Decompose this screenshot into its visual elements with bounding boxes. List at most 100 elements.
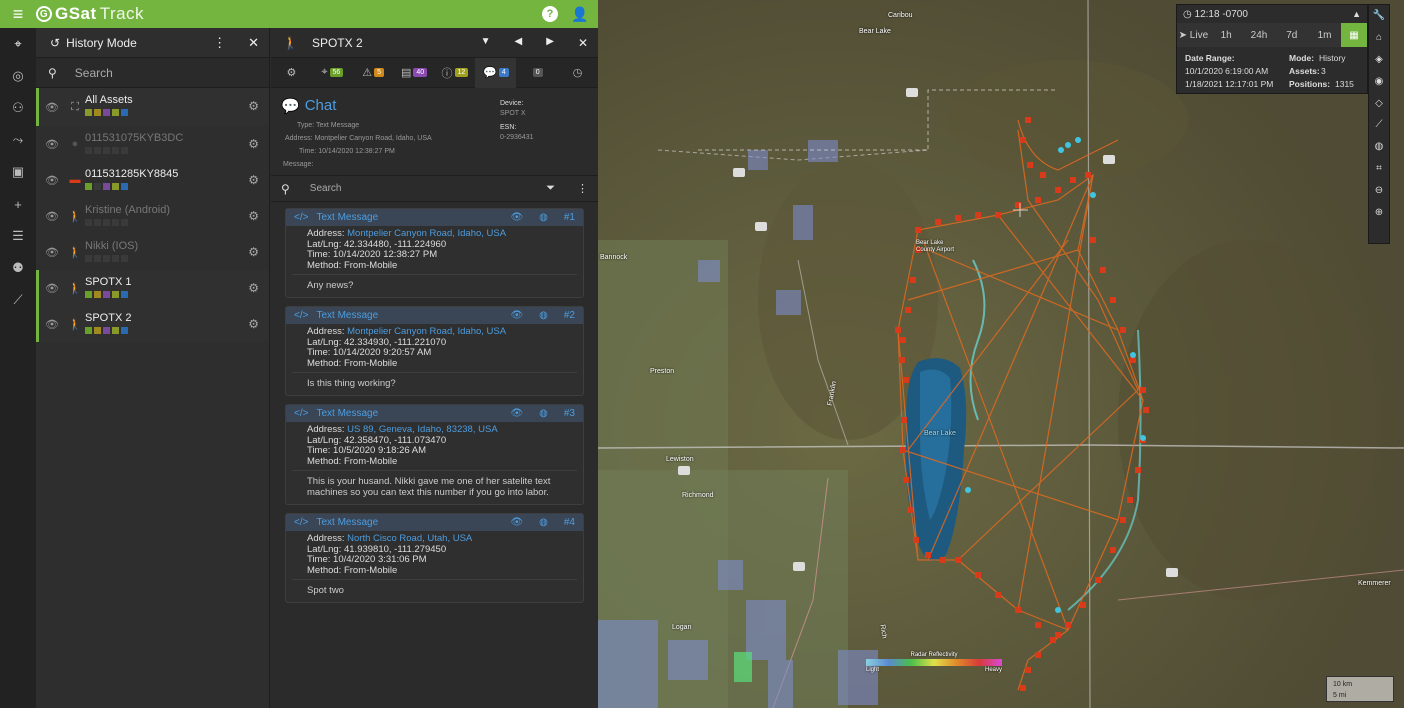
- track-marker[interactable]: [955, 557, 961, 563]
- tab-alert[interactable]: ⚠ 5: [353, 58, 394, 88]
- track-marker[interactable]: [913, 537, 919, 543]
- track-marker[interactable]: [1140, 387, 1146, 393]
- filter-icon[interactable]: ⏷: [546, 182, 555, 195]
- map-canvas[interactable]: [598, 0, 1404, 708]
- asset-row[interactable]: 👁 ● 011531075KYB3DC ⚙: [36, 126, 269, 162]
- asset-search[interactable]: ⚲ Search: [36, 58, 269, 88]
- collapse-icon[interactable]: ▲: [1352, 9, 1361, 19]
- track-marker[interactable]: [900, 447, 906, 453]
- tab-clock[interactable]: ◷: [557, 58, 598, 88]
- visibility-icon[interactable]: 👁: [39, 174, 65, 187]
- zoom-out-icon[interactable]: ⊖: [1369, 179, 1389, 201]
- eye-icon[interactable]: 👁: [510, 408, 523, 419]
- compass-icon[interactable]: ◉: [1369, 70, 1389, 92]
- visibility-icon[interactable]: 👁: [39, 138, 65, 151]
- address-link[interactable]: North Cisco Road, Utah, USA: [347, 533, 472, 544]
- close-icon[interactable]: ✕: [248, 35, 259, 51]
- track-marker[interactable]: [940, 557, 946, 563]
- message-search[interactable]: ⚲ Search ⏷ ⋮: [271, 176, 598, 202]
- track-marker[interactable]: [1135, 467, 1141, 473]
- track-marker[interactable]: [907, 507, 913, 513]
- track-marker[interactable]: [1085, 172, 1091, 178]
- asset-row[interactable]: 👁 ▬ 011531285KY8845 ⚙: [36, 162, 269, 198]
- eye-icon[interactable]: 👁: [510, 310, 523, 321]
- track-marker[interactable]: [1055, 187, 1061, 193]
- address-link[interactable]: Montpelier Canyon Road, Idaho, USA: [347, 326, 506, 337]
- track-marker[interactable]: [1035, 622, 1041, 628]
- track-marker[interactable]: [903, 477, 909, 483]
- track-marker[interactable]: [1035, 652, 1041, 658]
- more-icon[interactable]: ⋮: [577, 182, 588, 195]
- track-marker[interactable]: [975, 212, 981, 218]
- next-icon[interactable]: ▶: [546, 36, 554, 50]
- prev-icon[interactable]: ◀: [515, 36, 523, 50]
- track-marker[interactable]: [1095, 577, 1101, 583]
- track-marker[interactable]: [975, 572, 981, 578]
- wrench-icon[interactable]: 🔧: [1369, 5, 1389, 27]
- tab-location[interactable]: ⌖ 56: [312, 58, 353, 88]
- track-marker[interactable]: [1020, 685, 1026, 691]
- menu-icon[interactable]: ≡: [0, 0, 36, 28]
- help-icon[interactable]: ?: [542, 6, 558, 22]
- settings-icon[interactable]: ⚙: [248, 99, 259, 113]
- settings-icon[interactable]: ⚙: [248, 317, 259, 331]
- track-marker[interactable]: [1080, 602, 1086, 608]
- settings-icon[interactable]: ⚙: [248, 281, 259, 295]
- search-input[interactable]: Search: [310, 183, 342, 194]
- track-marker[interactable]: [1015, 607, 1021, 613]
- range-24h-button[interactable]: 24h: [1243, 23, 1276, 47]
- target-icon[interactable]: ◎: [0, 60, 36, 92]
- tab-info[interactable]: ⓘ 12: [435, 58, 476, 88]
- track-marker[interactable]: [1090, 237, 1096, 243]
- chart-icon[interactable]: ⟋: [0, 284, 36, 316]
- globe-icon[interactable]: ◍: [539, 212, 548, 223]
- track-marker[interactable]: [910, 277, 916, 283]
- range-1h-button[interactable]: 1h: [1210, 23, 1243, 47]
- asset-row[interactable]: 👁 🚶 SPOTX 2 ⚙: [36, 306, 269, 342]
- track-marker[interactable]: [915, 227, 921, 233]
- globe-icon[interactable]: ◍: [539, 310, 548, 321]
- layers-icon[interactable]: ◈: [1369, 49, 1389, 71]
- box-icon[interactable]: ▣: [0, 156, 36, 188]
- visibility-icon[interactable]: 👁: [39, 101, 65, 114]
- track-marker[interactable]: [1127, 497, 1133, 503]
- asset-row[interactable]: 👁 🚶 Nikki (IOS) ⚙: [36, 234, 269, 270]
- search-input[interactable]: Search: [75, 66, 113, 80]
- building-icon[interactable]: ⌂: [1369, 27, 1389, 49]
- track-marker[interactable]: [905, 307, 911, 313]
- settings-icon[interactable]: ⚙: [248, 245, 259, 259]
- visibility-icon[interactable]: 👁: [39, 318, 65, 331]
- route-icon[interactable]: ⤳: [0, 124, 36, 156]
- track-marker[interactable]: [1143, 407, 1149, 413]
- globe-icon[interactable]: ◍: [539, 408, 548, 419]
- track-marker[interactable]: [1035, 197, 1041, 203]
- eye-icon[interactable]: 👁: [510, 212, 523, 223]
- globe-icon[interactable]: ◍: [539, 517, 548, 528]
- track-marker[interactable]: [900, 337, 906, 343]
- list-icon[interactable]: ☰: [0, 220, 36, 252]
- track-marker[interactable]: [1110, 547, 1116, 553]
- track-marker[interactable]: [895, 327, 901, 333]
- track-marker[interactable]: [1100, 267, 1106, 273]
- tab-document[interactable]: ▤ 40: [394, 58, 435, 88]
- user-icon[interactable]: 👤: [571, 6, 588, 22]
- address-link[interactable]: US 89, Geneva, Idaho, 83238, USA: [347, 424, 498, 435]
- track-marker[interactable]: [1025, 667, 1031, 673]
- track-marker[interactable]: [925, 552, 931, 558]
- track-marker[interactable]: [899, 357, 905, 363]
- asset-row[interactable]: 👁 🚶 SPOTX 1 ⚙: [36, 270, 269, 306]
- track-marker[interactable]: [955, 215, 961, 221]
- settings-icon[interactable]: ⚙: [248, 173, 259, 187]
- track-marker[interactable]: [1027, 162, 1033, 168]
- track-marker[interactable]: [1020, 137, 1026, 143]
- users-icon[interactable]: ⚉: [0, 252, 36, 284]
- settings-icon[interactable]: ⚙: [248, 209, 259, 223]
- track-marker[interactable]: [1055, 632, 1061, 638]
- track-marker[interactable]: [1040, 172, 1046, 178]
- visibility-icon[interactable]: 👁: [39, 282, 65, 295]
- track-marker[interactable]: [995, 212, 1001, 218]
- track-marker[interactable]: [1120, 327, 1126, 333]
- map-view[interactable]: Caribou Bear Lake Bannock Preston Lewist…: [598, 0, 1404, 708]
- tab-chat[interactable]: 💬 4: [475, 57, 517, 88]
- settings-icon[interactable]: ⚙: [248, 137, 259, 151]
